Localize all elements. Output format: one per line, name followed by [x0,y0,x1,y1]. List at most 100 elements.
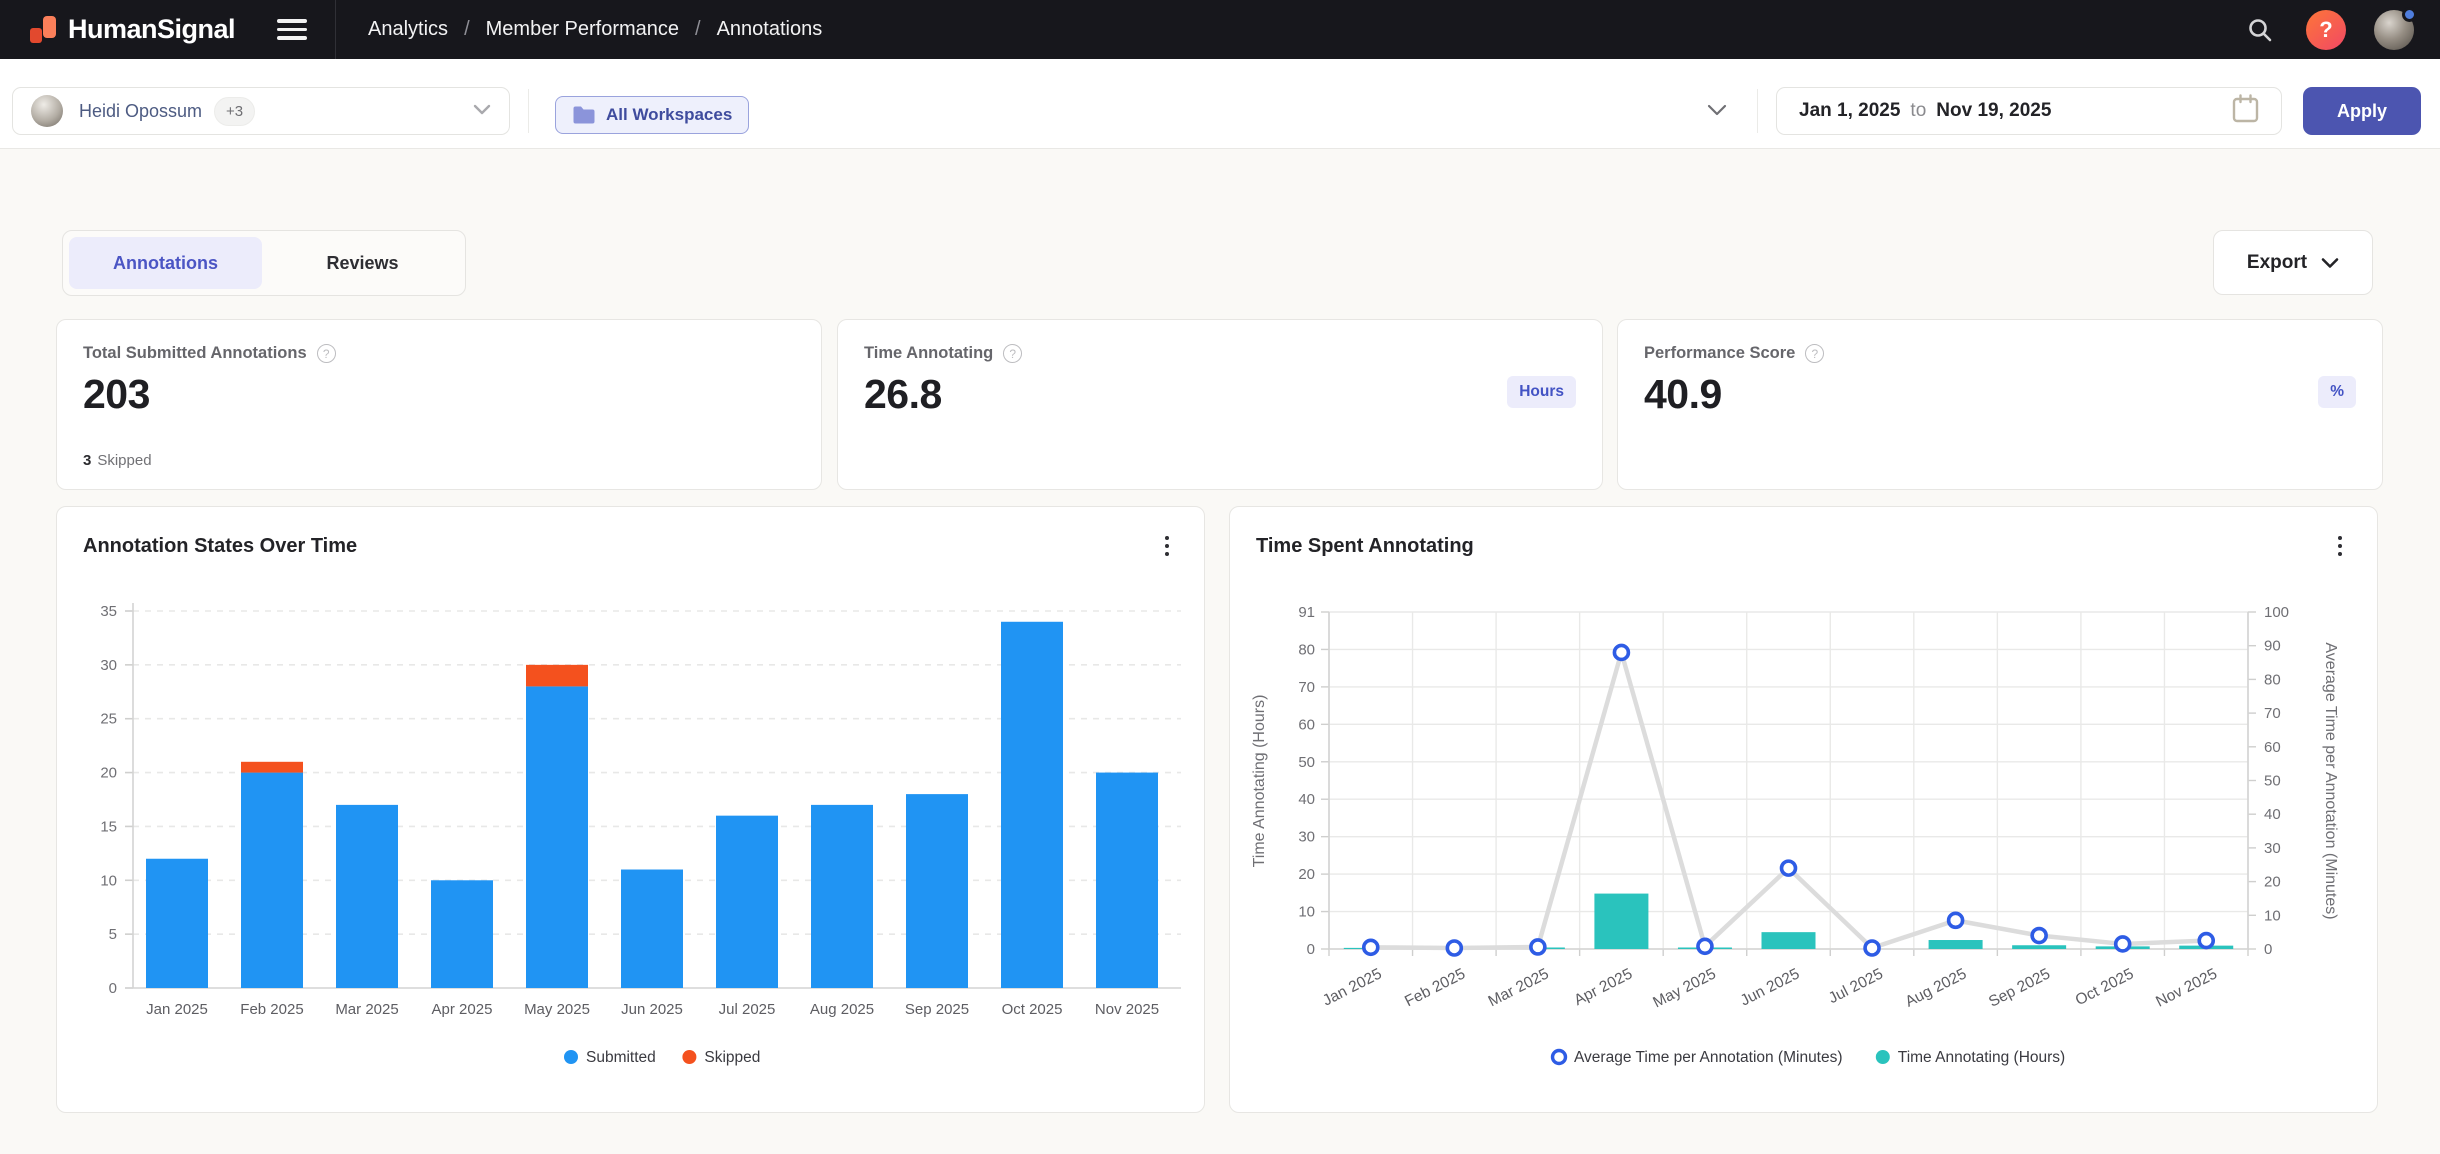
line-marker [1447,941,1461,955]
y-tick-label: 10 [100,872,117,889]
y-tick-label: 35 [100,603,117,620]
chart-title: Annotation States Over Time [83,535,357,558]
skipped-label: Skipped [97,452,151,469]
user-avatar[interactable] [2374,10,2414,50]
line-marker [2032,929,2046,943]
x-axis-label: Sep 2025 [1986,965,2053,1010]
skipped-bar [526,665,588,687]
right-tick-label: 20 [2264,874,2281,891]
y-tick-label: 0 [109,980,117,997]
breadcrumb-analytics[interactable]: Analytics [368,18,448,41]
line-marker [1865,941,1879,955]
stat-value: 203 [83,371,795,418]
chevron-down-icon [473,102,491,120]
right-tick-label: 0 [2264,941,2272,958]
x-axis-label: Feb 2025 [240,1001,303,1018]
line-marker [2116,937,2130,951]
submitted-bar [716,816,778,988]
submitted-bar [1096,773,1158,988]
date-range-input[interactable]: Jan 1, 2025 to Nov 19, 2025 [1776,87,2282,135]
percent-badge: % [2318,376,2356,408]
x-axis-label: Sep 2025 [905,1001,969,1018]
submitted-bar [1001,622,1063,988]
breadcrumb-annotations[interactable]: Annotations [717,18,823,41]
date-from: Jan 1, 2025 [1799,100,1900,122]
right-tick-label: 90 [2264,638,2281,655]
legend-label: Skipped [704,1049,760,1066]
x-axis-label: Apr 2025 [1571,965,1635,1009]
left-tick-label: 60 [1298,716,1315,733]
filter-divider [1757,89,1758,133]
x-axis-label: Jan 2025 [146,1001,208,1018]
submitted-bar [811,805,873,988]
right-tick-label: 50 [2264,773,2281,790]
breadcrumb-separator: / [695,18,701,41]
right-tick-label: 100 [2264,604,2289,621]
hamburger-menu-icon[interactable] [277,14,307,45]
left-tick-label: 91 [1298,604,1315,621]
member-avatar [31,95,63,127]
x-axis-label: Oct 2025 [1002,1001,1063,1018]
line-marker [1364,940,1378,954]
member-name: Heidi Opossum [79,101,202,122]
calendar-icon[interactable] [2232,94,2259,129]
left-tick-label: 30 [1298,829,1315,846]
filter-divider [528,89,529,133]
right-tick-label: 70 [2264,705,2281,722]
breadcrumb: Analytics / Member Performance / Annotat… [368,18,822,41]
breadcrumb-member-performance[interactable]: Member Performance [486,18,679,41]
member-select[interactable]: Heidi Opossum +3 [12,87,510,135]
chart-card-time-spent: Time Spent Annotating 918070605040302010… [1229,506,2378,1113]
skipped-bar [241,762,303,773]
x-axis-label: May 2025 [524,1001,590,1018]
kebab-menu-icon[interactable] [2325,529,2355,563]
export-button[interactable]: Export [2213,230,2373,295]
filter-bar: Heidi Opossum +3 All Workspaces Jan 1, 2… [0,59,2440,149]
help-icon[interactable]: ? [2306,10,2346,50]
y-tick-label: 25 [100,711,117,728]
hours-bar [1594,894,1648,949]
stat-value: 40.9 [1644,371,2356,418]
all-workspaces-chip[interactable]: All Workspaces [555,96,749,134]
left-tick-label: 70 [1298,679,1315,696]
search-icon[interactable] [2242,12,2278,48]
x-axis-label: Mar 2025 [335,1001,398,1018]
x-axis-label: Apr 2025 [432,1001,493,1018]
left-axis-title: Time Annotating (Hours) [1251,695,1268,868]
tab-reviews[interactable]: Reviews [266,237,459,289]
x-axis-label: Jul 2025 [1826,965,1886,1007]
hours-bar [1929,940,1983,949]
chevron-down-icon [2321,257,2339,269]
line-marker [1698,939,1712,953]
x-axis-label: Jul 2025 [719,1001,776,1018]
time-spent-chart: 9180706050403020100100908070605040302010… [1230,591,2377,1112]
chart-title: Time Spent Annotating [1256,535,1474,558]
y-tick-label: 15 [100,818,117,835]
stat-card-performance-score: Performance Score ? 40.9 % [1617,319,2383,490]
help-circle-icon[interactable]: ? [317,344,336,363]
legend-label: Time Annotating (Hours) [1898,1049,2065,1066]
legend-swatch [1876,1050,1890,1064]
y-tick-label: 30 [100,657,117,674]
right-tick-label: 10 [2264,907,2281,924]
right-tick-label: 40 [2264,806,2281,823]
date-to-word: to [1910,100,1926,122]
line-marker [1782,861,1796,875]
kebab-menu-icon[interactable] [1152,529,1182,563]
apply-button[interactable]: Apply [2303,87,2421,135]
help-circle-icon[interactable]: ? [1805,344,1824,363]
legend-label: Submitted [586,1049,656,1066]
right-axis-title: Average Time per Annotation (Minutes) [2322,642,2339,919]
stat-title: Performance Score [1644,344,1795,363]
tab-annotations[interactable]: Annotations [69,237,262,289]
hours-bar [2012,945,2066,949]
submitted-bar [906,794,968,988]
workspaces-select[interactable]: All Workspaces [545,87,1755,135]
help-circle-icon[interactable]: ? [1003,344,1022,363]
humansignal-logo[interactable]: HumanSignal [30,14,235,45]
x-axis-label: Oct 2025 [2073,965,2137,1009]
submitted-bar [526,686,588,988]
navbar-divider [335,0,336,59]
top-navbar: HumanSignal Analytics / Member Performan… [0,0,2440,59]
legend-label: Average Time per Annotation (Minutes) [1574,1049,1843,1066]
